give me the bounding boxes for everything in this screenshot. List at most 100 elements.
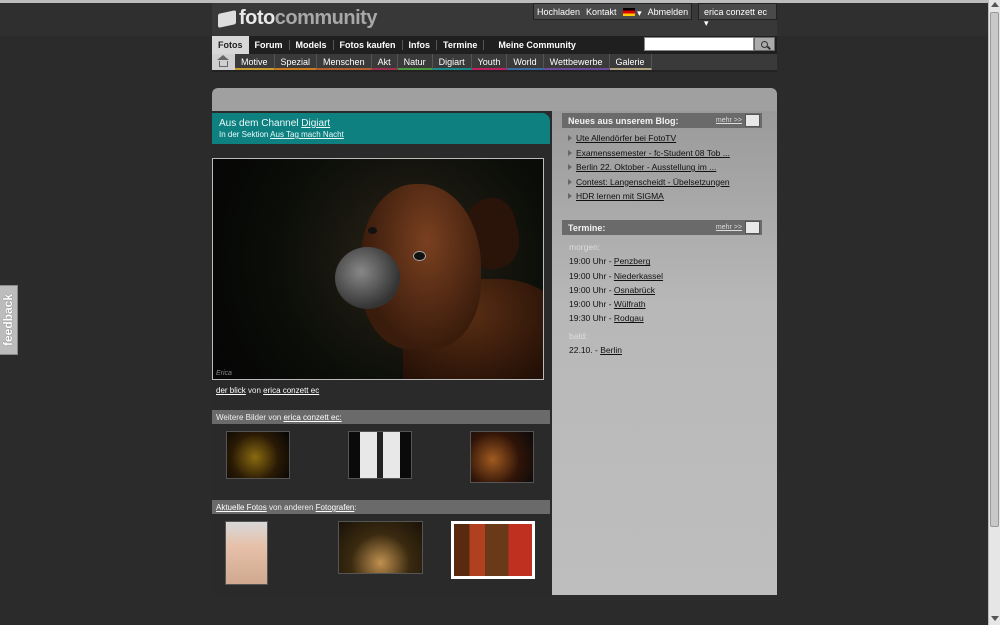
list-item: Ute Allendörfer bei FotoTV [568,133,730,148]
scroll-down-icon[interactable] [991,616,999,621]
termine-more-link[interactable]: mehr >> [716,224,742,231]
event-time: 22.10. - [569,345,598,356]
blog-more-link[interactable]: mehr >> [716,117,742,124]
blog-panel-toggle[interactable] [745,114,760,127]
recent-thumbnail[interactable] [451,521,535,579]
search-input[interactable] [644,37,754,51]
channel-prefix: Aus dem Channel [219,118,299,129]
event-place-link[interactable]: Wülfrath [614,299,646,309]
main-photo[interactable]: Erica [212,158,544,380]
logout-link[interactable]: Abmelden [645,4,692,19]
events-soon-label: bald: [569,330,588,341]
photographers-link[interactable]: Fotografen [316,503,355,512]
tab-termine[interactable]: Termine [437,40,485,50]
recent-middle: von anderen [268,503,314,512]
scrollbar-thumb[interactable] [990,12,999,527]
blog-panel-header: Neues aus unserem Blog: mehr >> [562,113,762,128]
event-time: 19:30 Uhr - [569,313,612,324]
german-flag-icon [622,8,635,16]
channel-link[interactable]: Digiart [301,118,330,129]
logo-camera-icon [218,9,236,28]
page-scrollbar[interactable] [988,0,1000,625]
author-thumbnail[interactable] [226,431,290,479]
category-galerie[interactable]: Galerie [609,54,652,70]
events-tomorrow-label: morgen: [569,242,601,252]
list-item: Contest: Langenscheidt - Übelsetzungen [568,177,730,192]
tab-infos[interactable]: Infos [403,40,438,50]
photo-dog-eye-far [368,227,377,234]
category-akt[interactable]: Akt [371,54,398,70]
recent-thumbnail[interactable] [338,521,423,574]
search-button[interactable] [754,37,775,51]
blog-item-link[interactable]: Examenssemester - fc-Student 08 Tob ... [576,148,730,158]
event-time: 19:00 Uhr - [569,284,612,295]
recent-thumbnail[interactable] [225,521,268,585]
feedback-tab[interactable]: feedback [0,285,18,355]
event-time: 19:00 Uhr - [569,256,612,267]
category-spezial[interactable]: Spezial [274,54,318,70]
more-by-prefix: Weitere Bilder von [216,413,282,422]
photo-author-link[interactable]: erica conzett ec [263,386,319,395]
home-icon [217,54,229,67]
category-digiart[interactable]: Digiart [432,54,472,70]
blog-item-link[interactable]: Ute Allendörfer bei FotoTV [576,133,676,143]
event-place-link[interactable]: Rodgau [614,313,644,323]
search-icon [761,40,768,48]
bullet-arrow-icon [568,164,572,170]
photo-title-link[interactable]: der blick [216,386,246,395]
section-link[interactable]: Aus Tag mach Nacht [270,130,344,139]
category-menschen[interactable]: Menschen [317,54,372,70]
event-place-link[interactable]: Niederkassel [614,271,663,281]
tab-forum[interactable]: Forum [249,40,290,50]
user-menu[interactable]: erica conzett ec ▾ [698,3,777,28]
author-thumbnail[interactable] [348,431,412,479]
language-selector[interactable]: ▾ [620,4,645,19]
events-list: morgen: 19:00 Uhr - Penzberg 19:00 Uhr -… [569,242,663,359]
photo-signature: Erica [216,370,232,377]
termine-title: Termine: [568,223,606,233]
tab-meine-community[interactable]: Meine Community [492,40,582,50]
bullet-arrow-icon [568,135,572,141]
main-column: Aus dem Channel Digiart In der Sektion A… [212,111,552,595]
event-place-link[interactable]: Berlin [600,345,622,355]
event-row: 19:00 Uhr - Osnabrück [569,285,663,299]
contact-link[interactable]: Kontakt [583,4,620,19]
event-time: 19:00 Uhr - [569,270,612,281]
bullet-arrow-icon [568,149,572,156]
scroll-up-icon[interactable] [991,2,999,7]
list-item: HDR lernen mit SIGMA [568,191,730,206]
feedback-label: feedback [1,293,16,347]
blog-item-link[interactable]: HDR lernen mit SIGMA [576,191,664,201]
more-by-author-link[interactable]: erica conzett ec: [283,413,341,422]
more-by-author-header: Weitere Bilder von erica conzett ec: [212,410,550,424]
event-row: 19:30 Uhr - Rodgau [569,313,663,327]
upload-link[interactable]: Hochladen [534,4,583,19]
category-natur[interactable]: Natur [397,54,433,70]
tab-fotos-kaufen[interactable]: Fotos kaufen [334,40,403,50]
blog-item-link[interactable]: Berlin 22. Oktober - Ausstellung im ... [576,162,716,172]
section-prefix: In der Sektion [219,130,269,139]
category-wettbewerbe[interactable]: Wettbewerbe [543,54,610,70]
home-button[interactable] [212,54,235,70]
channel-line: Aus dem Channel Digiart [219,118,543,129]
event-place-link[interactable]: Osnabrück [614,285,655,295]
site-logo[interactable]: foto community [218,7,377,30]
termine-panel-toggle[interactable] [745,221,760,234]
author-thumbnail[interactable] [470,431,534,483]
recent-photos-header: Aktuelle Fotos von anderen Fotografen: [212,500,550,514]
tab-models[interactable]: Models [290,40,334,50]
event-row: 19:00 Uhr - Wülfrath [569,299,663,313]
recent-photos-link[interactable]: Aktuelle Fotos [216,503,267,512]
blog-item-link[interactable]: Contest: Langenscheidt - Übelsetzungen [576,177,730,187]
category-youth[interactable]: Youth [471,54,508,70]
photo-caption: der blick von erica conzett ec [216,386,319,395]
logo-text-community: community [274,7,378,29]
category-world[interactable]: World [507,54,544,70]
event-row: 19:00 Uhr - Niederkassel [569,271,663,285]
event-place-link[interactable]: Penzberg [614,256,650,266]
tab-fotos[interactable]: Fotos [212,36,249,54]
top-navigation: Hochladen Kontakt ▾ Abmelden [533,3,693,20]
bullet-arrow-icon [568,193,572,199]
category-motive[interactable]: Motive [235,54,275,70]
bullet-arrow-icon [568,178,572,185]
